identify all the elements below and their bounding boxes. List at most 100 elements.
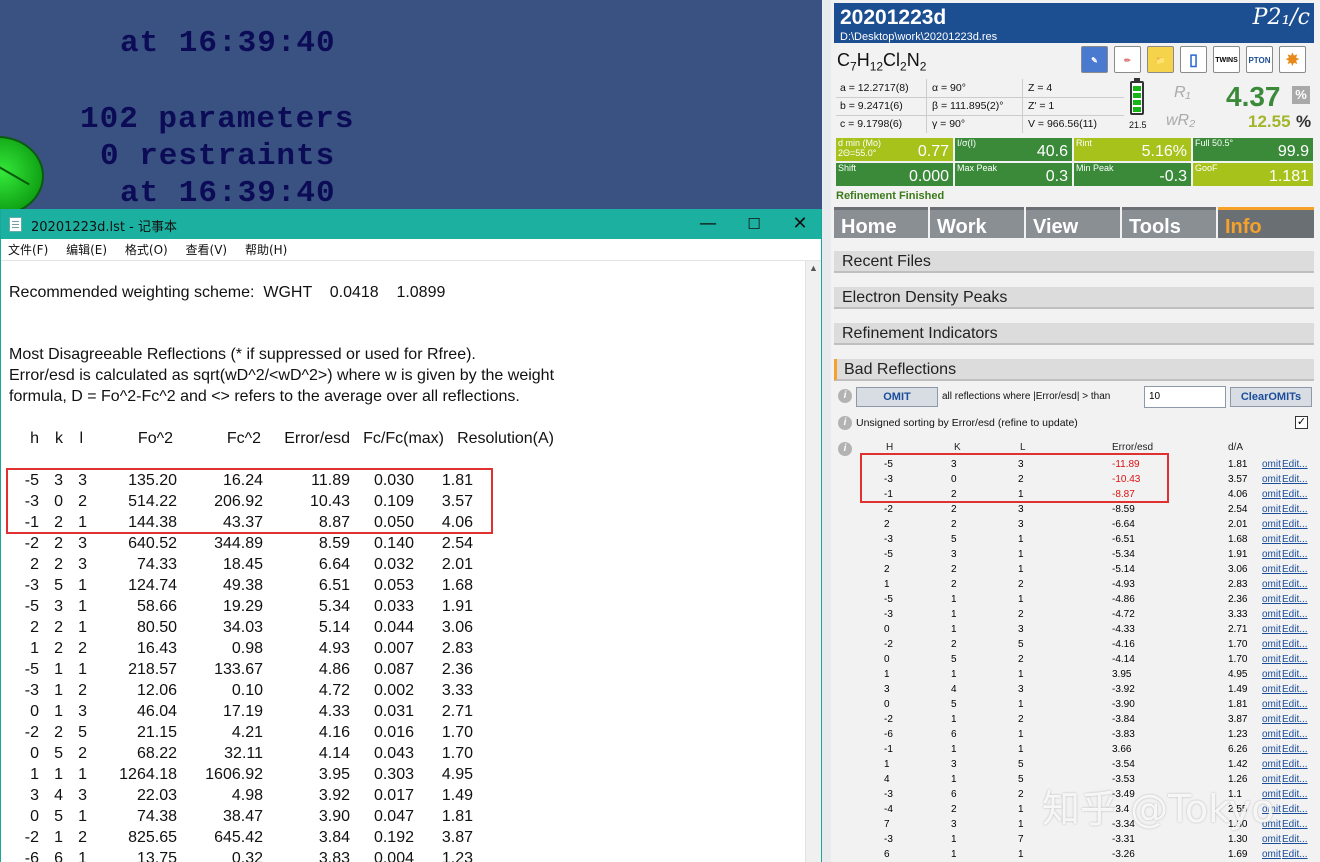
twins-icon[interactable]: TWINS bbox=[1213, 46, 1240, 73]
edit-link[interactable]: Edit... bbox=[1282, 472, 1308, 487]
edit-link[interactable]: Edit... bbox=[1282, 577, 1308, 592]
tab-tools[interactable]: Tools bbox=[1122, 207, 1216, 238]
edit-link[interactable]: Edit... bbox=[1282, 622, 1308, 637]
col-header-l: L bbox=[1020, 442, 1026, 453]
refine-icon[interactable]: ✎ bbox=[1081, 46, 1108, 73]
edit-link[interactable]: Edit... bbox=[1282, 802, 1308, 817]
edit-icon[interactable]: ✏ bbox=[1114, 46, 1141, 73]
info-icon[interactable]: i bbox=[838, 416, 852, 430]
tab-work[interactable]: Work bbox=[930, 207, 1024, 238]
scrollbar[interactable]: ▲ bbox=[805, 261, 821, 862]
info-icon[interactable]: i bbox=[838, 442, 852, 456]
omit-link[interactable]: omit bbox=[1262, 502, 1281, 517]
omit-link[interactable]: omit bbox=[1262, 457, 1281, 472]
tab-view[interactable]: View bbox=[1026, 207, 1120, 238]
sort-checkbox[interactable]: ✓ bbox=[1295, 416, 1308, 429]
tab-info[interactable]: Info bbox=[1218, 207, 1314, 238]
col-header-k: K bbox=[954, 442, 961, 453]
lst-cell: 0.98 bbox=[231, 640, 263, 657]
edit-link[interactable]: Edit... bbox=[1282, 817, 1308, 832]
omit-link[interactable]: omit bbox=[1262, 487, 1281, 502]
clear-omits-button[interactable]: ClearOMITs bbox=[1230, 387, 1312, 407]
section-recent-files[interactable]: Recent Files bbox=[834, 251, 1314, 273]
omit-link[interactable]: omit bbox=[1262, 592, 1281, 607]
platon-icon[interactable]: PTON bbox=[1246, 46, 1273, 73]
notebook-icon[interactable]: ▯ bbox=[1180, 46, 1207, 73]
lst-cell: 1 bbox=[78, 598, 87, 615]
edit-link[interactable]: Edit... bbox=[1282, 652, 1308, 667]
menu-file[interactable]: 文件(F) bbox=[8, 243, 48, 257]
menu-view[interactable]: 查看(V) bbox=[186, 243, 228, 257]
info-icon[interactable]: i bbox=[838, 389, 852, 403]
omit-link[interactable]: omit bbox=[1262, 697, 1281, 712]
menu-edit[interactable]: 编辑(E) bbox=[66, 243, 107, 257]
omit-button[interactable]: OMIT bbox=[856, 387, 938, 407]
tab-home[interactable]: Home bbox=[834, 207, 928, 238]
lst-cell: 218.57 bbox=[128, 661, 177, 678]
omit-link[interactable]: omit bbox=[1262, 517, 1281, 532]
omit-link[interactable]: omit bbox=[1262, 637, 1281, 652]
section-electron-density-peaks[interactable]: Electron Density Peaks bbox=[834, 287, 1314, 309]
omit-link[interactable]: omit bbox=[1262, 547, 1281, 562]
section-bad-reflections[interactable]: Bad Reflections bbox=[834, 359, 1314, 381]
edit-link[interactable]: Edit... bbox=[1282, 757, 1308, 772]
omit-link[interactable]: omit bbox=[1262, 712, 1281, 727]
title-bar[interactable]: 20201223d.lst - 记事本 — ☐ ✕ bbox=[1, 209, 821, 239]
reflection-cell: 0 bbox=[884, 654, 890, 665]
edit-link[interactable]: Edit... bbox=[1282, 742, 1308, 757]
edit-link[interactable]: Edit... bbox=[1282, 517, 1308, 532]
edit-link[interactable]: Edit... bbox=[1282, 727, 1308, 742]
edit-link[interactable]: Edit... bbox=[1282, 832, 1308, 847]
lst-row: -2 2 5 21.15 4.21 4.16 0.016 1.70 bbox=[1, 724, 561, 745]
lst-cell: 68.22 bbox=[136, 745, 177, 762]
menu-help[interactable]: 帮助(H) bbox=[245, 243, 287, 257]
edit-link[interactable]: Edit... bbox=[1282, 787, 1308, 802]
edit-link[interactable]: Edit... bbox=[1282, 547, 1308, 562]
menu-format[interactable]: 格式(O) bbox=[125, 243, 168, 257]
scroll-up-icon[interactable]: ▲ bbox=[809, 263, 818, 273]
omit-link[interactable]: omit bbox=[1262, 472, 1281, 487]
omit-link[interactable]: omit bbox=[1262, 667, 1281, 682]
omit-link[interactable]: omit bbox=[1262, 727, 1281, 742]
folder-icon[interactable]: 📁 bbox=[1147, 46, 1174, 73]
edit-link[interactable]: Edit... bbox=[1282, 502, 1308, 517]
close-button[interactable]: ✕ bbox=[777, 209, 823, 239]
reflection-cell: 3 bbox=[951, 759, 957, 770]
reflection-cell: 6 bbox=[884, 849, 890, 860]
reflection-cell: 2 bbox=[1018, 579, 1024, 590]
threshold-input[interactable]: 10 bbox=[1144, 386, 1226, 408]
minimize-button[interactable]: — bbox=[685, 209, 731, 239]
omit-link[interactable]: omit bbox=[1262, 622, 1281, 637]
edit-link[interactable]: Edit... bbox=[1282, 712, 1308, 727]
omit-link[interactable]: omit bbox=[1262, 607, 1281, 622]
edit-link[interactable]: Edit... bbox=[1282, 667, 1308, 682]
omit-link[interactable]: omit bbox=[1262, 682, 1281, 697]
omit-link[interactable]: omit bbox=[1262, 532, 1281, 547]
edit-link[interactable]: Edit... bbox=[1282, 847, 1308, 862]
edit-link[interactable]: Edit... bbox=[1282, 457, 1308, 472]
omit-link[interactable]: omit bbox=[1262, 562, 1281, 577]
omit-link[interactable]: omit bbox=[1262, 652, 1281, 667]
edit-link[interactable]: Edit... bbox=[1282, 682, 1308, 697]
omit-link[interactable]: omit bbox=[1262, 847, 1281, 862]
section-refinement-indicators[interactable]: Refinement Indicators bbox=[834, 323, 1314, 345]
edit-link[interactable]: Edit... bbox=[1282, 562, 1308, 577]
edit-link[interactable]: Edit... bbox=[1282, 697, 1308, 712]
edit-link[interactable]: Edit... bbox=[1282, 607, 1308, 622]
omit-link[interactable]: omit bbox=[1262, 832, 1281, 847]
text-area[interactable]: Recommended weighting scheme: WGHT 0.041… bbox=[1, 261, 807, 862]
edit-link[interactable]: Edit... bbox=[1282, 592, 1308, 607]
stat-label: GooF bbox=[1195, 163, 1218, 173]
maximize-button[interactable]: ☐ bbox=[731, 209, 777, 239]
lst-cell: 4.93 bbox=[318, 640, 350, 657]
lst-cell: 1 bbox=[54, 829, 63, 846]
edit-link[interactable]: Edit... bbox=[1282, 637, 1308, 652]
edit-link[interactable]: Edit... bbox=[1282, 487, 1308, 502]
omit-link[interactable]: omit bbox=[1262, 742, 1281, 757]
omit-link[interactable]: omit bbox=[1262, 757, 1281, 772]
reflection-cell: 1 bbox=[884, 759, 890, 770]
edit-link[interactable]: Edit... bbox=[1282, 772, 1308, 787]
omit-link[interactable]: omit bbox=[1262, 577, 1281, 592]
sun-icon[interactable]: ✸ bbox=[1279, 46, 1306, 73]
edit-link[interactable]: Edit... bbox=[1282, 532, 1308, 547]
